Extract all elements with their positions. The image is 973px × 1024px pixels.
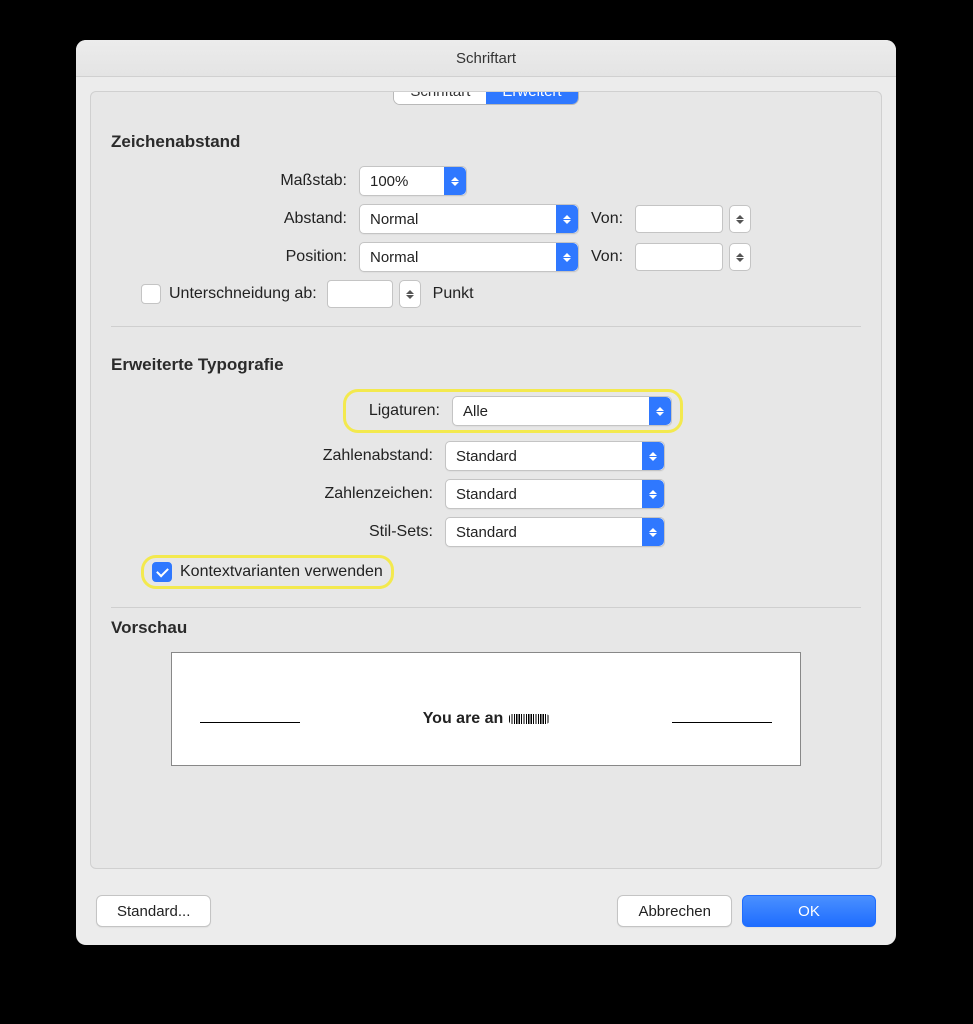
section-vorschau-title: Vorschau (111, 618, 861, 638)
stilsets-label: Stil-Sets: (111, 523, 445, 541)
unterschneidung-stepper[interactable] (399, 280, 421, 308)
position-label: Position: (111, 248, 359, 266)
ligaturen-select[interactable]: Alle (452, 396, 672, 426)
window-title: Schriftart (456, 50, 516, 67)
ligaturen-value: Alle (463, 403, 488, 420)
divider (111, 326, 861, 327)
punkt-label: Punkt (433, 285, 474, 303)
zahlenzeichen-select[interactable]: Standard (445, 479, 665, 509)
titlebar: Schriftart (76, 40, 896, 77)
dialog-content: Schriftart Erweitert Zeichenabstand Maßs… (90, 91, 882, 869)
cancel-button[interactable]: Abbrechen (617, 895, 732, 927)
position-von-stepper[interactable] (729, 243, 751, 271)
font-dialog-window: Schriftart Schriftart Erweitert Zeichena… (76, 40, 896, 945)
abstand-select[interactable]: Normal (359, 204, 579, 234)
zahlenabstand-label: Zahlenabstand: (111, 447, 445, 465)
abstand-von-label: Von: (591, 210, 623, 228)
preview-scribble-icon (509, 714, 549, 724)
abstand-label: Abstand: (111, 210, 359, 228)
standard-button[interactable]: Standard... (96, 895, 211, 927)
unterschneidung-checkbox[interactable] (141, 284, 161, 304)
position-von-input[interactable] (635, 243, 723, 271)
chevron-updown-icon (642, 442, 664, 470)
divider (111, 607, 861, 608)
stilsets-value: Standard (456, 524, 517, 541)
abstand-value: Normal (370, 211, 418, 228)
unterschneidung-label: Unterschneidung ab: (169, 285, 317, 303)
kontextvarianten-label: Kontextvarianten verwenden (180, 563, 383, 581)
massstab-select[interactable]: 100% (359, 166, 467, 196)
zahlenzeichen-value: Standard (456, 486, 517, 503)
stilsets-select[interactable]: Standard (445, 517, 665, 547)
chevron-updown-icon (556, 243, 578, 271)
section-zeichenabstand-title: Zeichenabstand (111, 132, 861, 152)
ligaturen-highlight: Ligaturen: Alle (343, 389, 683, 433)
section-typografie-title: Erweiterte Typografie (111, 355, 861, 375)
massstab-value: 100% (370, 173, 408, 190)
chevron-updown-icon (642, 480, 664, 508)
preview-baseline-left (200, 722, 300, 723)
ok-button[interactable]: OK (742, 895, 876, 927)
chevron-updown-icon (444, 167, 466, 195)
tab-switcher: Schriftart Erweitert (394, 91, 577, 104)
zahlenabstand-select[interactable]: Standard (445, 441, 665, 471)
tab-erweitert[interactable]: Erweitert (486, 91, 577, 104)
chevron-updown-icon (642, 518, 664, 546)
kontextvarianten-highlight: Kontextvarianten verwenden (141, 555, 394, 589)
ligaturen-label: Ligaturen: (354, 402, 452, 420)
preview-baseline-right (672, 722, 772, 723)
zahlenabstand-value: Standard (456, 448, 517, 465)
massstab-label: Maßstab: (111, 172, 359, 190)
position-von-label: Von: (591, 248, 623, 266)
kontextvarianten-checkbox[interactable] (152, 562, 172, 582)
preview-text: You are an (423, 710, 550, 728)
chevron-updown-icon (649, 397, 671, 425)
zahlenzeichen-label: Zahlenzeichen: (111, 485, 445, 503)
unterschneidung-input[interactable] (327, 280, 393, 308)
position-select[interactable]: Normal (359, 242, 579, 272)
tab-schriftart[interactable]: Schriftart (394, 91, 486, 104)
preview-text-value: You are an (423, 710, 504, 728)
chevron-updown-icon (556, 205, 578, 233)
dialog-footer: Standard... Abbrechen OK (76, 883, 896, 945)
position-value: Normal (370, 249, 418, 266)
abstand-von-input[interactable] (635, 205, 723, 233)
abstand-von-stepper[interactable] (729, 205, 751, 233)
preview-box: You are an (171, 652, 801, 766)
